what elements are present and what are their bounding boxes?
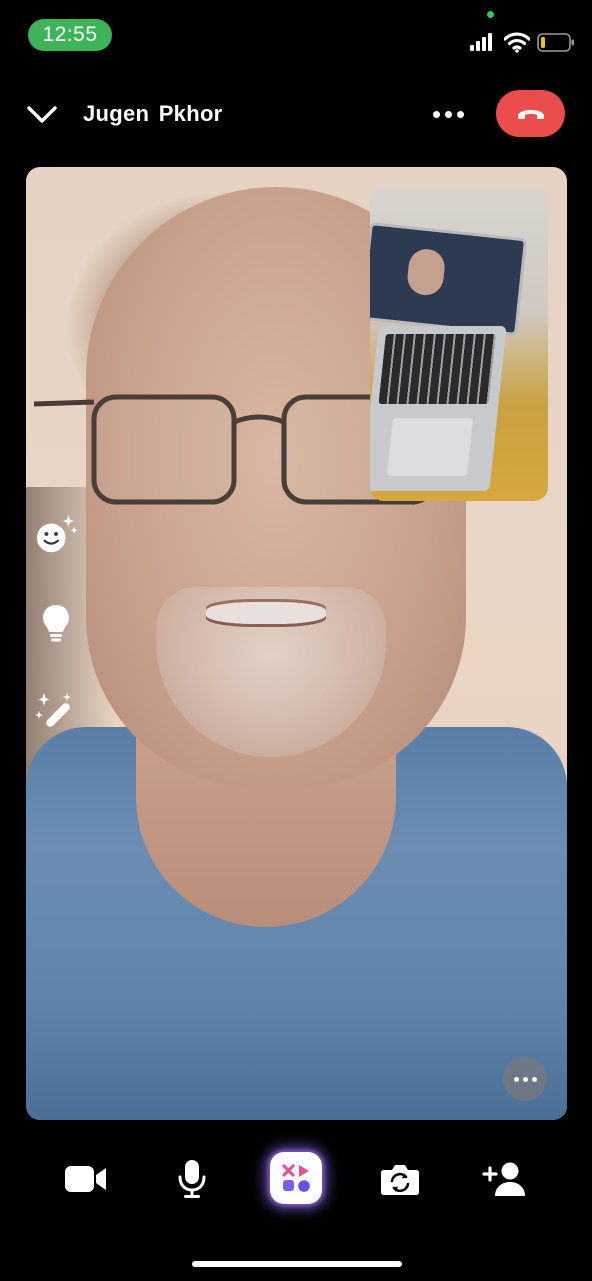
caller-name: Jugen Pkhor	[83, 101, 223, 126]
microphone-icon	[178, 1160, 206, 1198]
self-view-pip[interactable]	[370, 186, 548, 501]
phone-hangup-icon	[517, 109, 544, 119]
add-person-icon	[482, 1162, 525, 1196]
magic-wand-icon	[35, 693, 71, 727]
effects-icon	[282, 1164, 310, 1192]
chevron-down-icon	[27, 106, 57, 123]
add-person-button[interactable]	[480, 1154, 530, 1204]
camera-in-use-indicator	[487, 11, 494, 18]
lighting-button[interactable]	[34, 601, 78, 645]
status-time: 12:55	[28, 19, 112, 51]
more-horizontal-icon	[513, 1076, 519, 1082]
call-controls-bar	[0, 1150, 592, 1210]
collapse-call-button[interactable]	[24, 97, 60, 133]
call-header: Jugen Pkhor	[0, 85, 592, 145]
flip-camera-button[interactable]	[375, 1154, 425, 1204]
signal-bars-icon	[470, 33, 496, 51]
video-more-button[interactable]	[503, 1057, 547, 1101]
more-horizontal-icon	[432, 110, 440, 118]
toggle-camera-button[interactable]	[61, 1154, 111, 1204]
video-camera-icon	[65, 1166, 106, 1192]
call-options-button[interactable]	[424, 99, 472, 129]
toggle-microphone-button[interactable]	[167, 1154, 217, 1204]
status-bar: 12:55	[0, 0, 592, 70]
flip-camera-icon	[381, 1165, 419, 1195]
end-call-button[interactable]	[496, 90, 565, 137]
home-indicator[interactable]	[192, 1261, 402, 1267]
face-sparkle-icon	[36, 514, 78, 553]
face-effects-button[interactable]	[34, 512, 78, 556]
effects-button[interactable]	[270, 1152, 322, 1204]
touch-up-button[interactable]	[34, 690, 78, 734]
battery-low-icon	[537, 33, 574, 52]
lightbulb-icon	[43, 605, 69, 642]
wifi-icon	[504, 32, 530, 53]
